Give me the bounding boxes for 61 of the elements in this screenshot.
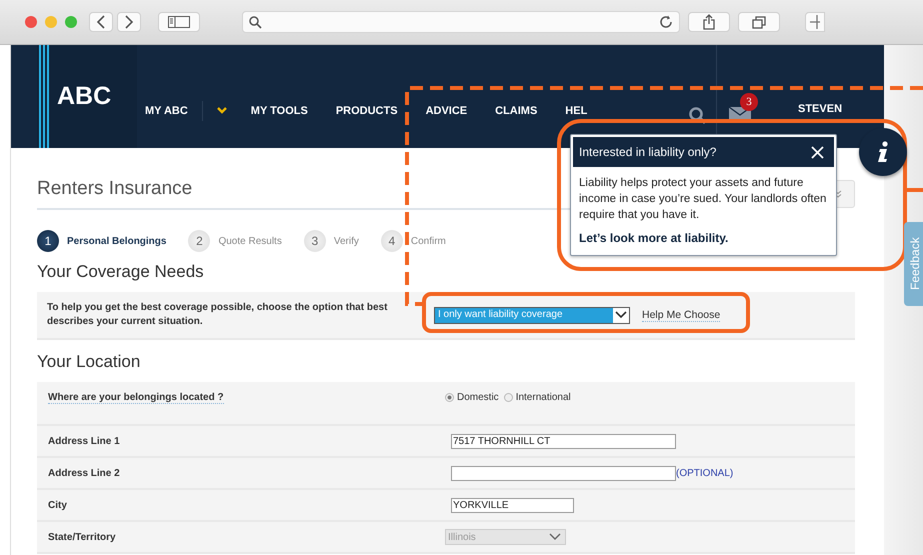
user-menu[interactable]: STEVEN <box>798 103 842 115</box>
nav-link[interactable]: ADVICE <box>426 105 468 117</box>
tabs-icon <box>752 16 766 28</box>
step-number: 4 <box>380 230 403 252</box>
step-label[interactable]: Confirm <box>410 236 446 246</box>
step-number: 2 <box>188 230 210 252</box>
text-field[interactable]: YORKVILLE <box>451 498 574 512</box>
nav-link[interactable]: MY TOOLS <box>250 105 308 117</box>
step-label[interactable]: Verify <box>334 236 359 246</box>
radio-label[interactable]: International <box>516 392 571 403</box>
chevron-down-icon[interactable] <box>216 107 227 115</box>
tooltip-title: Interested in liability only? <box>579 145 716 159</box>
reload-icon[interactable] <box>659 15 673 29</box>
radio-label[interactable]: Domestic <box>457 392 499 403</box>
text-field[interactable]: 7517 THORNHILL CT <box>451 434 676 448</box>
notification-badge: 3 <box>740 93 758 111</box>
share-button[interactable] <box>688 12 730 32</box>
tooltip-link[interactable]: Let’s look more at liability. <box>579 231 728 245</box>
nav-link[interactable]: MY ABC <box>145 105 188 117</box>
logo[interactable]: ABC <box>37 45 137 148</box>
radio-button[interactable] <box>504 393 513 402</box>
coverage-prompt: To help you get the best coverage possible, choose the option that best describes your current situation. <box>47 301 388 329</box>
search-icon[interactable] <box>689 107 707 125</box>
nav-link[interactable]: CLAIMS <box>495 105 538 117</box>
step-number: 3 <box>304 230 326 252</box>
sidebar-icon <box>168 16 190 28</box>
page-title: Renters Insurance <box>37 178 192 199</box>
field-label: Where are your belongings located ? <box>48 392 224 404</box>
help-link[interactable]: Help Me Choose <box>642 308 720 322</box>
nav-link[interactable]: HEL <box>565 105 588 117</box>
text-field[interactable] <box>451 466 676 480</box>
close-window-icon[interactable] <box>25 16 37 28</box>
step-number: 1 <box>37 230 59 252</box>
step-label[interactable]: Quote Results <box>218 236 282 246</box>
field-label: City <box>48 500 67 510</box>
back-button[interactable] <box>89 12 113 32</box>
share-icon <box>703 14 715 30</box>
field-label: State/Territory <box>48 532 116 542</box>
search-icon <box>249 16 262 28</box>
info-icon <box>877 141 889 163</box>
tabs-button[interactable] <box>738 12 780 32</box>
field-label: Address Line 1 <box>48 436 120 446</box>
section-heading: Your Location <box>37 352 142 372</box>
chevron-down-icon <box>549 533 561 541</box>
radio-button[interactable] <box>445 393 454 402</box>
chevron-left-icon <box>96 15 106 29</box>
sidebar-button[interactable] <box>158 12 200 32</box>
close-icon[interactable] <box>811 146 824 158</box>
section-heading: Your Coverage Needs <box>37 262 205 282</box>
optional-note: (OPTIONAL) <box>676 468 734 478</box>
stripes-icon <box>39 45 49 148</box>
nav-link[interactable]: PRODUCTS <box>336 105 398 117</box>
chevron-right-icon <box>124 15 134 29</box>
step-label[interactable]: Personal Belongings <box>67 236 166 246</box>
forward-button[interactable] <box>117 12 141 32</box>
chevron-down-icon <box>615 311 627 319</box>
double-chevron-icon <box>834 190 842 198</box>
tooltip-text: Liability helps protect your assets and future income in case you’re sued. Your landlords often require that you have it. <box>579 176 828 223</box>
field-label: Address Line 2 <box>48 468 120 478</box>
plus-icon <box>810 15 820 29</box>
new-tab-button[interactable] <box>805 12 825 32</box>
